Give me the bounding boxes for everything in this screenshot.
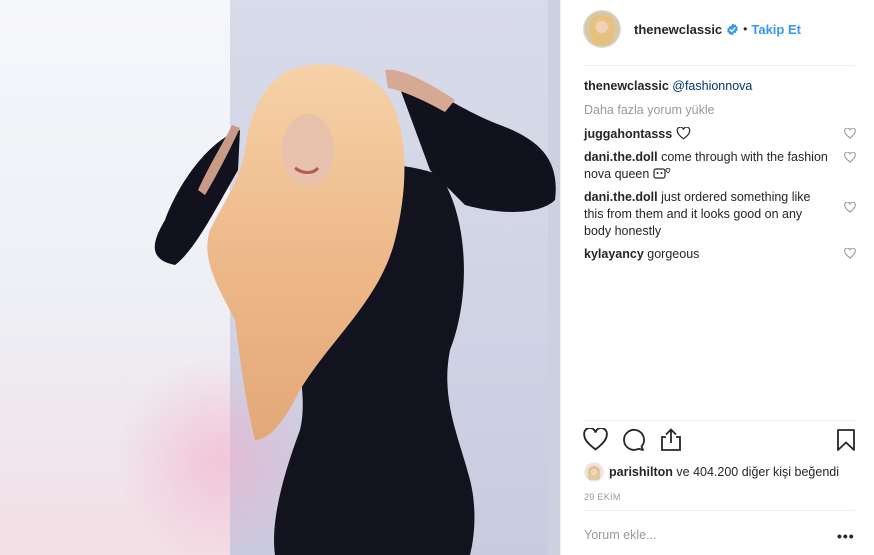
post-header: thenewclassic • Takip Et (583, 8, 801, 50)
comment-like-heart-icon[interactable] (844, 247, 856, 264)
comment-like-heart-icon[interactable] (844, 127, 856, 144)
post-sidebar: thenewclassic • Takip Et thenewclassic @… (560, 0, 874, 555)
verified-badge-icon (726, 23, 739, 36)
comment-item: dani.the.doll come through with the fash… (584, 149, 856, 183)
comment-username[interactable]: juggahontasss (584, 127, 672, 141)
post-actions (583, 427, 857, 457)
comment-username[interactable]: dani.the.doll (584, 150, 658, 164)
actions-divider (583, 420, 855, 421)
comment-like-heart-icon[interactable] (844, 201, 856, 218)
photo-subject (154, 64, 556, 555)
likes-count-text[interactable]: ve 404.200 diğer kişi beğendi (676, 465, 839, 479)
bookmark-icon[interactable] (835, 428, 857, 457)
comment-item: juggahontasss (584, 126, 856, 143)
header-divider (583, 65, 855, 66)
liker-avatar[interactable] (584, 462, 604, 482)
likes-summary: parishilton ve 404.200 diğer kişi beğend… (584, 462, 839, 482)
comment-item: dani.the.doll just ordered something lik… (584, 189, 856, 240)
share-icon[interactable] (659, 428, 683, 457)
caption: thenewclassic @fashionnova (584, 78, 856, 95)
follow-button[interactable]: Takip Et (751, 22, 801, 37)
comment-divider (583, 510, 855, 511)
load-more-comments-button[interactable]: Daha fazla yorum yükle (584, 102, 856, 119)
comments-section: thenewclassic @fashionnova Daha fazla yo… (584, 78, 856, 269)
post-date[interactable]: 29 EKİM (584, 492, 621, 502)
comment-text: gorgeous (647, 247, 700, 261)
header-separator: • (743, 22, 748, 36)
comment-like-heart-icon[interactable] (844, 151, 856, 168)
comment-username[interactable]: dani.the.doll (584, 190, 658, 204)
post-photo[interactable] (0, 0, 560, 555)
caption-mention[interactable]: @fashionnova (672, 79, 752, 93)
user-avatar[interactable] (583, 10, 621, 48)
like-heart-icon[interactable] (583, 427, 608, 456)
caption-username[interactable]: thenewclassic (584, 79, 669, 93)
emoji-icon (653, 167, 673, 181)
comment-username[interactable]: kylayancy (584, 247, 644, 261)
heart-emoji-icon (676, 126, 691, 141)
add-comment-input[interactable]: Yorum ekle... (584, 528, 657, 542)
post-username[interactable]: thenewclassic (634, 22, 722, 37)
comment-bubble-icon[interactable] (621, 428, 645, 457)
liker-username[interactable]: parishilton (609, 465, 673, 479)
more-options-button[interactable]: ••• (837, 528, 855, 544)
comment-item: kylayancy gorgeous (584, 246, 856, 263)
